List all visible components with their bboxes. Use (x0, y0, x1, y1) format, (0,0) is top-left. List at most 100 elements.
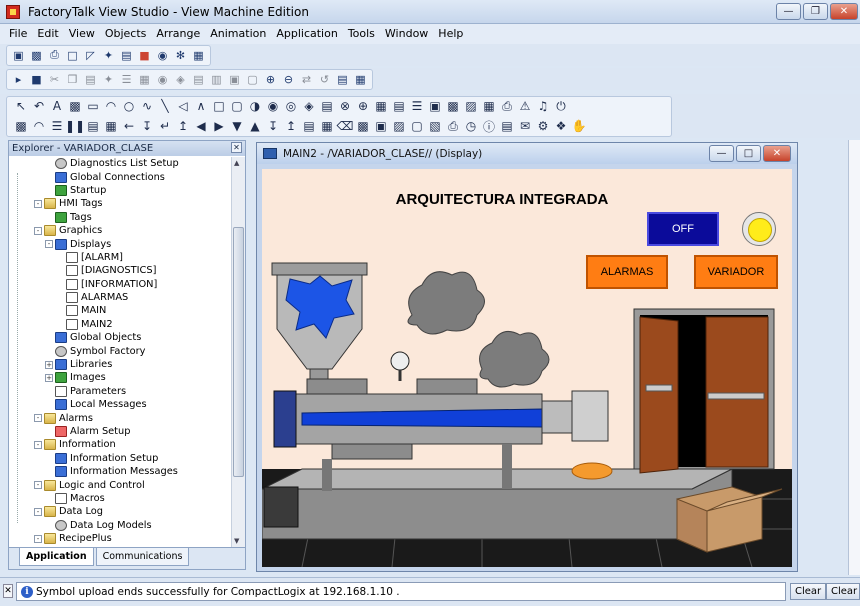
move-down-icon[interactable]: ↧ (139, 118, 155, 135)
ack-alarm-icon[interactable]: ▣ (373, 118, 389, 135)
tab-communications[interactable]: Communications (95, 548, 190, 566)
properties-icon[interactable]: ▤ (335, 72, 350, 87)
collapse-icon[interactable]: - (34, 440, 42, 449)
settings-icon[interactable]: ✻ (173, 48, 188, 63)
momentary-button-icon[interactable]: ◉ (265, 98, 281, 115)
bring-forward-icon[interactable]: ▣ (227, 72, 242, 87)
enter-icon[interactable]: ↵ (157, 118, 173, 135)
interlocked-button-icon[interactable]: ⊗ (337, 98, 353, 115)
chart-icon[interactable]: ▦ (103, 118, 119, 135)
tree-item[interactable]: Information Messages (9, 465, 231, 478)
tree-item[interactable]: MAIN2 (9, 318, 231, 331)
scrollbar-thumb[interactable] (233, 227, 244, 477)
collapse-icon[interactable]: - (34, 199, 42, 208)
tree-item[interactable]: - RecipePlus (9, 532, 231, 545)
shutdown-icon[interactable]: ⏻ (553, 98, 569, 115)
clock-icon[interactable]: ◷ (463, 118, 479, 135)
close-button[interactable]: ✕ (830, 3, 858, 20)
zoom-out-icon[interactable]: ⊖ (281, 72, 296, 87)
open-icon[interactable]: ◸ (83, 48, 98, 63)
display-list-icon[interactable]: ▦ (481, 98, 497, 115)
tree-item[interactable]: + Images (9, 371, 231, 384)
tree-item[interactable]: Global Connections (9, 170, 231, 183)
abc-display-icon[interactable]: ▣ (427, 98, 443, 115)
explorer-close-icon[interactable]: ✕ (231, 142, 242, 153)
tree-item[interactable]: Information Setup (9, 452, 231, 465)
bar-graph-icon[interactable]: ▩ (13, 118, 29, 135)
scale-icon[interactable]: ☰ (49, 118, 65, 135)
collapse-icon[interactable]: - (34, 414, 42, 423)
latched-button-icon[interactable]: ◈ (301, 98, 317, 115)
print-icon[interactable]: ⎙ (47, 48, 62, 63)
polyline-tool-icon[interactable]: ∧ (193, 98, 209, 115)
alarm-list-icon[interactable]: ▩ (355, 118, 371, 135)
text-tool-icon[interactable]: A (49, 98, 65, 115)
maintained-button-icon[interactable]: ◎ (283, 98, 299, 115)
alarm-banner-icon[interactable]: ⚠ (517, 98, 533, 115)
scroll-down-icon[interactable]: ▼ (234, 537, 239, 545)
alarmas-button[interactable]: ALARMAS (586, 255, 668, 289)
send-backward-icon[interactable]: ▢ (245, 72, 260, 87)
return-display-icon[interactable]: ▨ (463, 98, 479, 115)
select-icon[interactable]: ↖ (13, 98, 29, 115)
down-arrow-icon[interactable]: ▼ (229, 118, 245, 135)
collapse-icon[interactable]: - (45, 240, 53, 249)
tree-item[interactable]: - Data Log (9, 505, 231, 518)
tree-item[interactable]: - Displays (9, 237, 231, 250)
page-down-icon[interactable]: ↧ (265, 118, 281, 135)
recipe-icon[interactable]: ▤ (499, 118, 515, 135)
cut-icon[interactable]: ✂ (47, 72, 62, 87)
string-input-icon[interactable]: ▤ (391, 98, 407, 115)
tree-item[interactable]: Parameters (9, 385, 231, 398)
tree-item[interactable]: ALARMAS (9, 291, 231, 304)
wedge-tool-icon[interactable]: ◑ (247, 98, 263, 115)
ack-all-icon[interactable]: ▨ (391, 118, 407, 135)
left-arrow-icon[interactable]: ◀ (193, 118, 209, 135)
front-icon[interactable]: ▤ (191, 72, 206, 87)
ellipse-tool-icon[interactable]: ○ (121, 98, 137, 115)
menu-view[interactable]: View (64, 25, 100, 43)
explorer-scrollbar[interactable]: ▲ ▼ (231, 157, 245, 547)
line-tool-icon[interactable]: ╲ (157, 98, 173, 115)
menu-edit[interactable]: Edit (32, 25, 63, 43)
macro-icon[interactable]: ⚙ (535, 118, 551, 135)
home-icon[interactable]: ▤ (301, 118, 317, 135)
delete-icon[interactable]: ■ (137, 48, 152, 63)
scroll-up-icon[interactable]: ▲ (234, 159, 239, 167)
tree-item[interactable]: Macros (9, 492, 231, 505)
rotate-tool-icon[interactable]: ↶ (31, 98, 47, 115)
run-icon[interactable]: ▸ (11, 72, 26, 87)
print-alarm-icon[interactable]: ⎙ (445, 118, 461, 135)
arc-tool-icon[interactable]: ◠ (103, 98, 119, 115)
clear-alarm-icon[interactable]: ▢ (409, 118, 425, 135)
paste-icon[interactable]: ▤ (83, 72, 98, 87)
stop-icon[interactable]: ■ (29, 72, 44, 87)
expand-icon[interactable]: + (45, 360, 53, 369)
diagnostics-close-icon[interactable]: ✕ (3, 584, 13, 598)
tree-item[interactable]: Symbol Factory (9, 344, 231, 357)
up-arrow-icon[interactable]: ▲ (247, 118, 263, 135)
menu-objects[interactable]: Objects (100, 25, 152, 43)
off-button[interactable]: OFF (647, 212, 719, 246)
minimize-button[interactable]: — (776, 3, 801, 20)
gauge-icon[interactable]: ◠ (31, 118, 47, 135)
collapse-icon[interactable]: - (34, 481, 42, 490)
window-icon[interactable]: ▦ (191, 48, 206, 63)
panel-tool-icon[interactable]: ▭ (85, 98, 101, 115)
tree-item[interactable]: [INFORMATION] (9, 278, 231, 291)
tag-browser-icon[interactable]: ▦ (353, 72, 368, 87)
symbol-icon[interactable]: ❖ (553, 118, 569, 135)
rectangle-tool-icon[interactable]: □ (211, 98, 227, 115)
tree-item[interactable]: Startup (9, 184, 231, 197)
expand-icon[interactable]: + (45, 373, 53, 382)
menu-application[interactable]: Application (271, 25, 342, 43)
ungroup-icon[interactable]: ◈ (173, 72, 188, 87)
factorytalk-app-icon[interactable] (6, 5, 20, 19)
menu-window[interactable]: Window (380, 25, 433, 43)
copy-icon[interactable]: ❐ (65, 72, 80, 87)
image-tool-icon[interactable]: ▩ (67, 98, 83, 115)
goto-display-icon[interactable]: ▩ (445, 98, 461, 115)
rounded-rect-tool-icon[interactable]: ▢ (229, 98, 245, 115)
ramp-button-icon[interactable]: ⊕ (355, 98, 371, 115)
tree-item[interactable]: Tags (9, 211, 231, 224)
